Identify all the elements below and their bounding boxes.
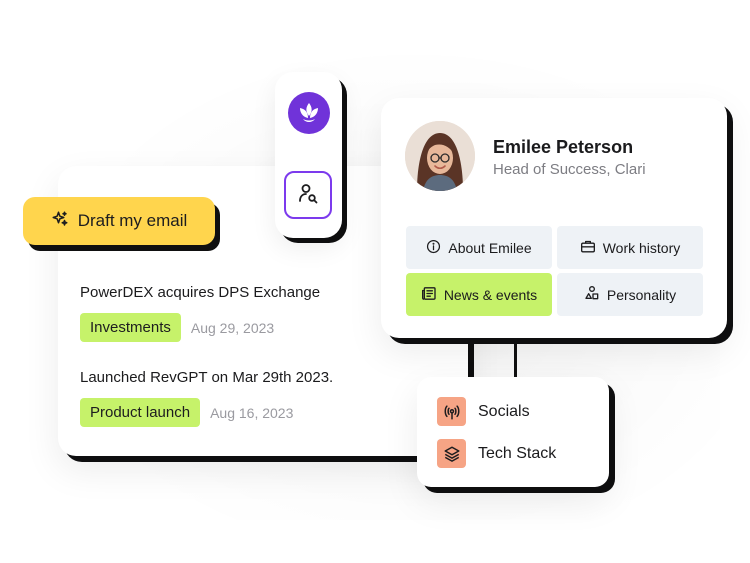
tab-about[interactable]: About Emilee [406,226,552,269]
draft-email-label: Draft my email [77,211,188,230]
person-search-icon [296,181,320,210]
feed-item-title: Launched RevGPT on Mar 29th 2023. [80,369,334,386]
socials-link[interactable]: Socials [437,397,530,426]
tech-stack-label: Tech Stack [478,444,557,462]
tab-personality[interactable]: Personality [557,273,703,316]
connector-line [514,338,517,378]
feed-item-tag: Product launch [80,398,201,427]
tech-stack-link[interactable]: Tech Stack [437,439,556,468]
links-card: Socials Tech Stack [417,377,609,487]
feed-item-date: Aug 29, 2023 [190,319,275,336]
feed-item[interactable]: Launched RevGPT on Mar 29th 2023. Produc… [80,369,333,427]
briefcase-icon [580,239,596,257]
avatar [405,121,475,191]
broadcast-icon [437,397,466,426]
feed-item-meta: Product launch Aug 16, 2023 [80,398,333,427]
info-icon [426,239,441,257]
feed-item-meta: Investments Aug 29, 2023 [80,313,320,342]
feed-item-title: PowerDEX acquires DPS Exchange [80,284,321,301]
profile-card: Emilee Peterson Head of Success, Clari A… [381,98,727,338]
socials-label: Socials [478,402,530,420]
tab-label: Work history [602,239,681,256]
tab-label: About Emilee [448,239,532,256]
profile-name: Emilee Peterson [493,137,634,157]
clari-logo-icon[interactable] [288,92,330,134]
tab-work-history[interactable]: Work history [557,226,703,269]
side-toolbar [275,72,342,238]
sparkle-icon [51,210,69,233]
tab-news-events[interactable]: News & events [406,273,552,316]
shapes-icon [584,285,600,304]
draft-email-button[interactable]: Draft my email [23,197,215,245]
tab-label: News & events [443,286,538,303]
feed-item-date: Aug 16, 2023 [210,404,294,421]
feed-item-tag: Investments [80,313,181,342]
tab-label: Personality [606,286,677,303]
newspaper-icon [421,286,437,304]
profile-role: Head of Success, Clari [493,161,646,178]
layers-icon [437,439,466,468]
person-search-button[interactable] [284,171,332,219]
feed-item[interactable]: PowerDEX acquires DPS Exchange Investmen… [80,284,320,342]
